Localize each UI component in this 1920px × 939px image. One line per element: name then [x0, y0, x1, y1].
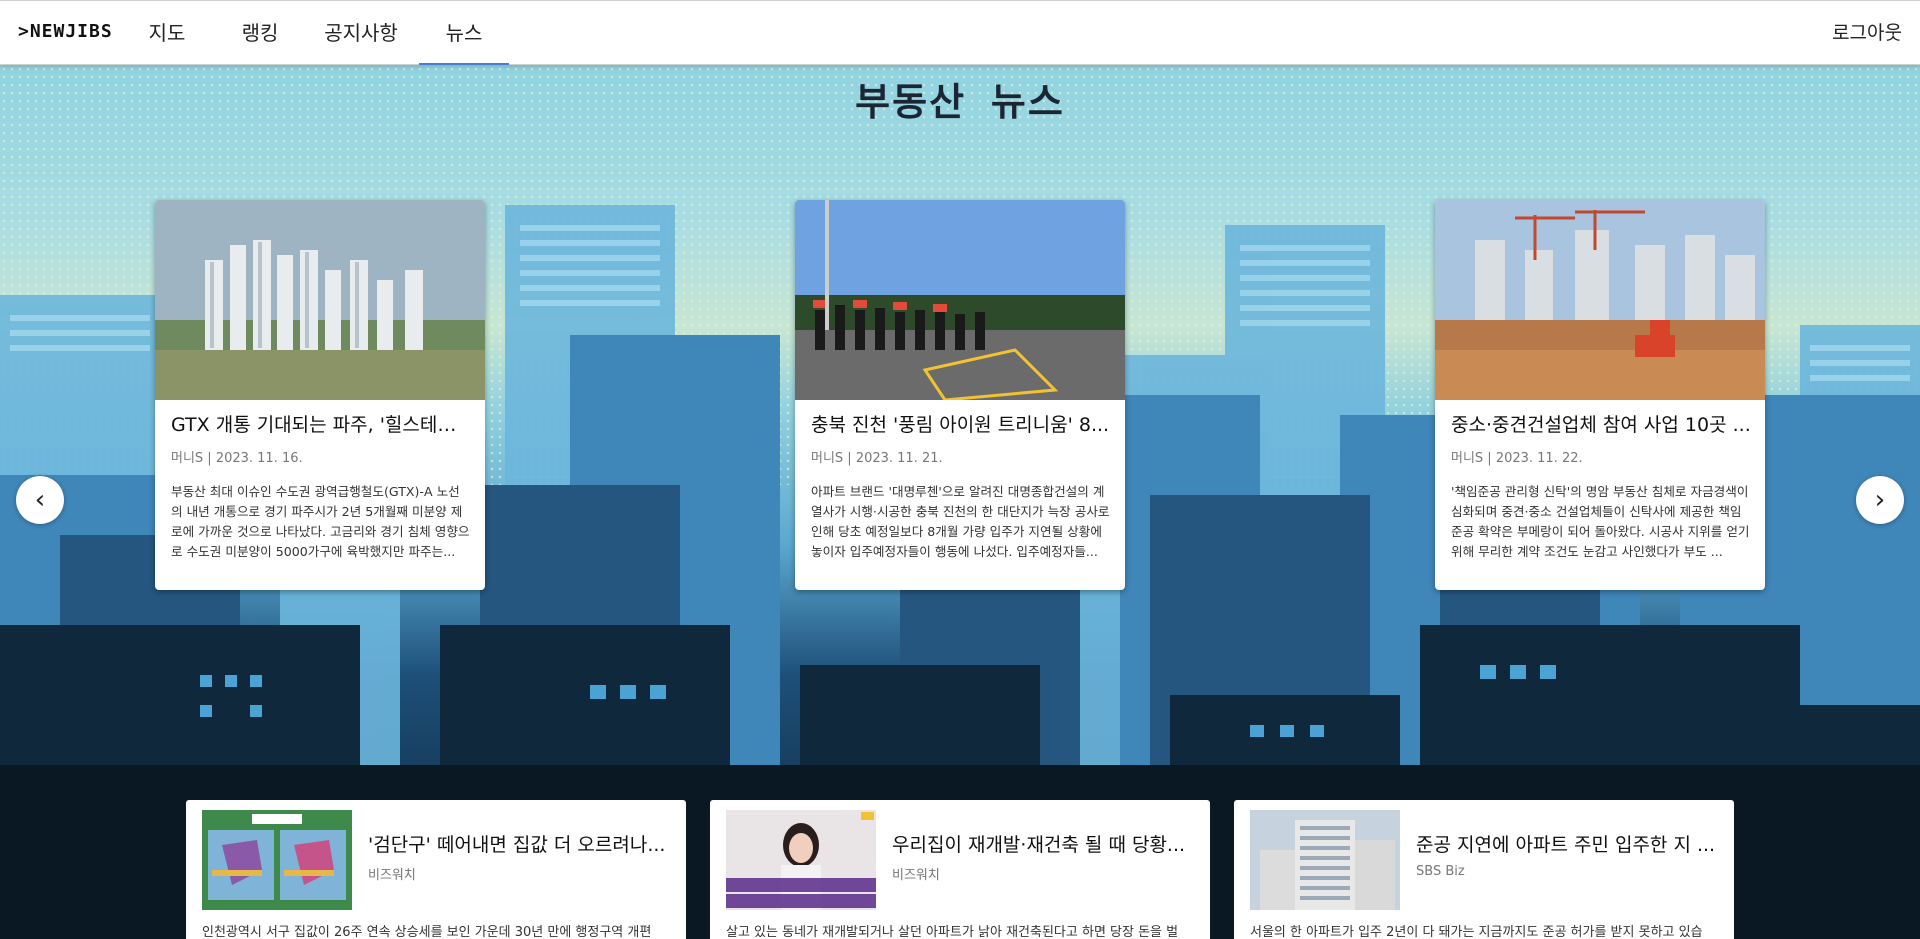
news-card[interactable]: GTX 개통 기대되는 파주, '힐스테이... 머니S | 2023. 11.… — [155, 200, 485, 590]
carousel-prev-button[interactable]: ‹ — [16, 476, 64, 524]
news-card-meta: 머니S | 2023. 11. 21. — [811, 451, 943, 466]
logo[interactable]: >NEWJIBS — [18, 21, 113, 42]
nav-item-notice[interactable]: 공지사항 — [312, 1, 410, 65]
news-list-source: SBS Biz — [1416, 864, 1465, 879]
news-card-meta: 머니S | 2023. 11. 16. — [171, 451, 303, 466]
chevron-left-icon: ‹ — [34, 485, 46, 515]
news-card-image — [795, 200, 1125, 400]
news-card-image — [155, 200, 485, 400]
news-list-title: 우리집이 재개발·재건축 될 때 당황... — [892, 834, 1186, 856]
news-list-title: 준공 지연에 아파트 주민 입주한 지 ... — [1416, 834, 1716, 856]
news-card-title: GTX 개통 기대되는 파주, '힐스테이... — [171, 414, 471, 436]
news-card-desc: 아파트 브랜드 '대명루첸'으로 알려진 대명종합건설의 계열사가 시행·시공한… — [811, 484, 1110, 559]
news-card-image — [1435, 200, 1765, 400]
news-card-title: 중소·중견건설업체 참여 사업 10곳 ... — [1451, 414, 1751, 436]
news-list-thumbnail — [726, 810, 876, 910]
carousel-next-button[interactable]: › — [1856, 476, 1904, 524]
news-list-item[interactable]: '검단구' 떼어내면 집값 더 오르려나... 비즈워치 인천광역시 서구 집값… — [186, 800, 686, 939]
news-list-desc: 살고 있는 동네가 재개발되거나 살던 아파트가 낡아 재건축된다고 하면 당장… — [726, 925, 1179, 939]
news-card-title: 충북 진천 '풍림 아이원 트리니움' 8... — [811, 414, 1110, 436]
news-list-desc: 인천광역시 서구 집값이 26주 연속 상승세를 보인 가운데 30년 만에 행… — [202, 925, 652, 939]
news-list-source: 비즈워치 — [892, 868, 940, 883]
news-list-thumbnail — [202, 810, 352, 910]
news-hero: 부동산 뉴스 GTX 개통 기대되는 파주, '힐스테이... 머니S | 20… — [0, 65, 1920, 939]
news-list-item[interactable]: 우리집이 재개발·재건축 될 때 당황... 비즈워치 살고 있는 동네가 재개… — [710, 800, 1210, 939]
news-card-desc: '책임준공 관리형 신탁'의 명암 부동산 침체로 자금경색이 심화되며 중견·… — [1451, 484, 1750, 559]
top-nav: >NEWJIBS 지도 랭킹 공지사항 뉴스 로그아웃 — [0, 0, 1920, 65]
nav-item-news[interactable]: 뉴스 — [419, 1, 509, 65]
chevron-right-icon: › — [1874, 485, 1886, 515]
news-list-source: 비즈워치 — [368, 868, 416, 883]
news-list-desc: 서울의 한 아파트가 입주 2년이 다 돼가는 지금까지도 준공 허가를 받지 … — [1250, 925, 1703, 939]
news-list-item[interactable]: 준공 지연에 아파트 주민 입주한 지 ... SBS Biz 서울의 한 아파… — [1234, 800, 1734, 939]
section-title: 부동산 뉴스 — [855, 80, 1065, 124]
nav-item-map[interactable]: 지도 — [132, 1, 202, 65]
news-card-desc: 부동산 최대 이슈인 수도권 광역급행철도(GTX)-A 노선의 내년 개통으로… — [171, 484, 470, 559]
news-card[interactable]: 중소·중견건설업체 참여 사업 10곳 ... 머니S | 2023. 11. … — [1435, 200, 1765, 590]
news-card[interactable]: 충북 진천 '풍림 아이원 트리니움' 8... 머니S | 2023. 11.… — [795, 200, 1125, 590]
news-card-meta: 머니S | 2023. 11. 22. — [1451, 451, 1583, 466]
logout-button[interactable]: 로그아웃 — [1832, 1, 1902, 65]
nav-item-ranking[interactable]: 랭킹 — [220, 1, 300, 65]
news-list-thumbnail — [1250, 810, 1400, 910]
news-list-title: '검단구' 떼어내면 집값 더 오르려나... — [368, 834, 666, 856]
